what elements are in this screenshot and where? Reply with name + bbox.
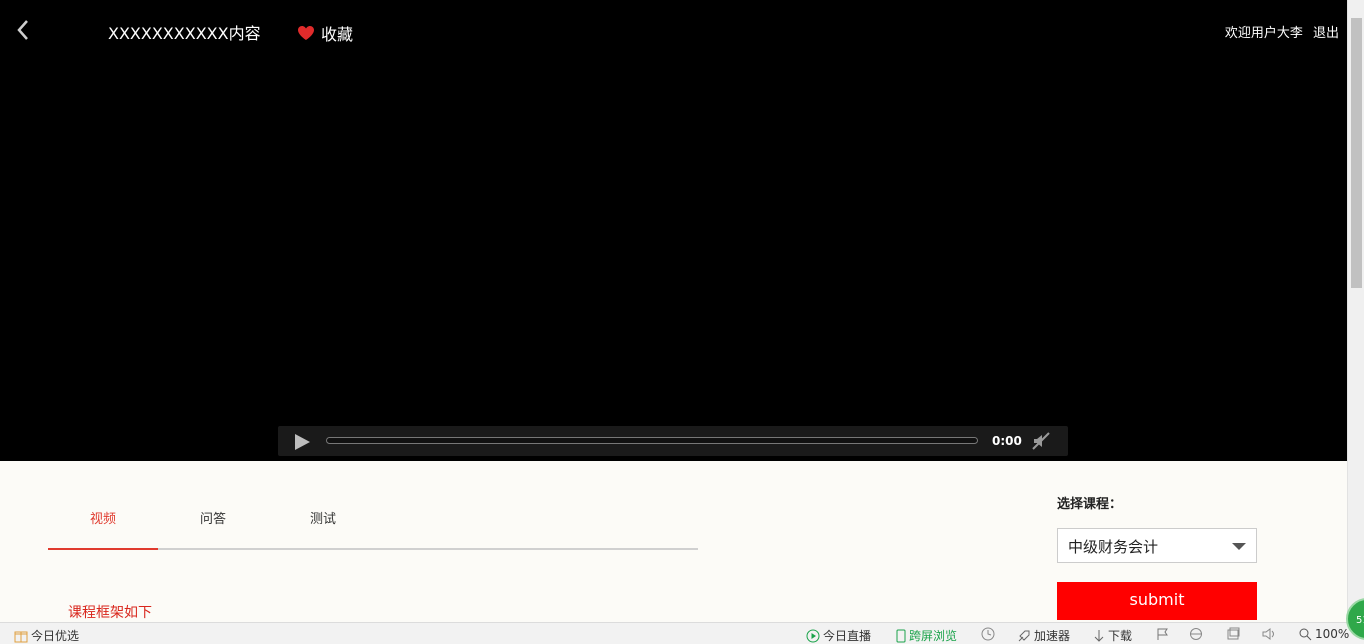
- mute-icon[interactable]: [1032, 432, 1050, 454]
- today-pick-label: 今日优选: [31, 629, 80, 643]
- course-select-label: 选择课程：: [1057, 497, 1123, 512]
- time-display: 0:00: [992, 434, 1022, 448]
- flag-icon[interactable]: [1156, 627, 1173, 641]
- tab-video[interactable]: 视频: [48, 508, 158, 527]
- course-select[interactable]: 中级财务会计: [1057, 528, 1257, 563]
- zoom-item[interactable]: 100%: [1299, 627, 1349, 641]
- active-tab-indicator: [48, 548, 158, 550]
- cross-screen-label: 跨屏浏览: [909, 629, 958, 643]
- tab-qa[interactable]: 问答: [158, 508, 268, 527]
- window-icon[interactable]: [1226, 627, 1243, 641]
- accelerator-label: 加速器: [1034, 629, 1071, 643]
- welcome-text: 欢迎用户大李: [1224, 26, 1303, 41]
- phone-icon: [896, 629, 906, 642]
- chevron-down-icon: [1232, 543, 1246, 550]
- history-icon[interactable]: [981, 627, 998, 641]
- today-pick-item[interactable]: 今日优选: [14, 627, 79, 644]
- rocket-icon: [1018, 630, 1030, 641]
- speaker-icon[interactable]: [1262, 627, 1281, 641]
- accelerator-item[interactable]: 加速器: [1017, 627, 1070, 644]
- user-area: 欢迎用户大李 退出: [1225, 22, 1339, 41]
- magnifier-icon: [1299, 628, 1312, 640]
- content-tabs: 视频 问答 测试: [48, 500, 698, 550]
- heart-icon: [298, 26, 314, 40]
- today-live-item[interactable]: 今日直播: [806, 627, 871, 644]
- play-icon[interactable]: [293, 433, 311, 455]
- page: XXXXXXXXXXX内容 收藏 欢迎用户大李 退出 0:00 视频 问答 测试…: [0, 0, 1347, 622]
- zoom-level: 100%: [1315, 627, 1350, 641]
- back-icon[interactable]: [14, 18, 34, 42]
- cross-screen-item[interactable]: 跨屏浏览: [896, 627, 957, 644]
- course-select-value: 中级财务会计: [1068, 538, 1159, 556]
- video-player[interactable]: XXXXXXXXXXX内容 收藏 欢迎用户大李 退出 0:00: [0, 0, 1347, 461]
- scrollbar-thumb[interactable]: [1351, 18, 1362, 288]
- today-live-label: 今日直播: [823, 629, 872, 643]
- gift-icon: [14, 631, 28, 642]
- browser-status-bar: 今日优选 今日直播 跨屏浏览 加速器 下载 100%: [0, 622, 1364, 644]
- progress-bar[interactable]: [326, 437, 978, 444]
- tab-test[interactable]: 测试: [268, 508, 378, 527]
- course-title: XXXXXXXXXXX内容: [108, 24, 261, 43]
- download-icon: [1094, 629, 1104, 642]
- favorite-button[interactable]: 收藏: [297, 21, 353, 45]
- player-controls: 0:00: [278, 426, 1068, 456]
- ie-icon[interactable]: [1189, 627, 1206, 641]
- download-item[interactable]: 下载: [1093, 627, 1132, 644]
- download-label: 下载: [1108, 629, 1133, 643]
- play-circle-icon: [806, 629, 820, 642]
- favorite-label: 收藏: [321, 25, 354, 44]
- submit-button[interactable]: submit: [1057, 582, 1257, 620]
- framework-heading: 课程框架如下: [68, 605, 152, 621]
- logout-link[interactable]: 退出: [1313, 26, 1339, 41]
- vertical-scrollbar[interactable]: [1347, 0, 1364, 622]
